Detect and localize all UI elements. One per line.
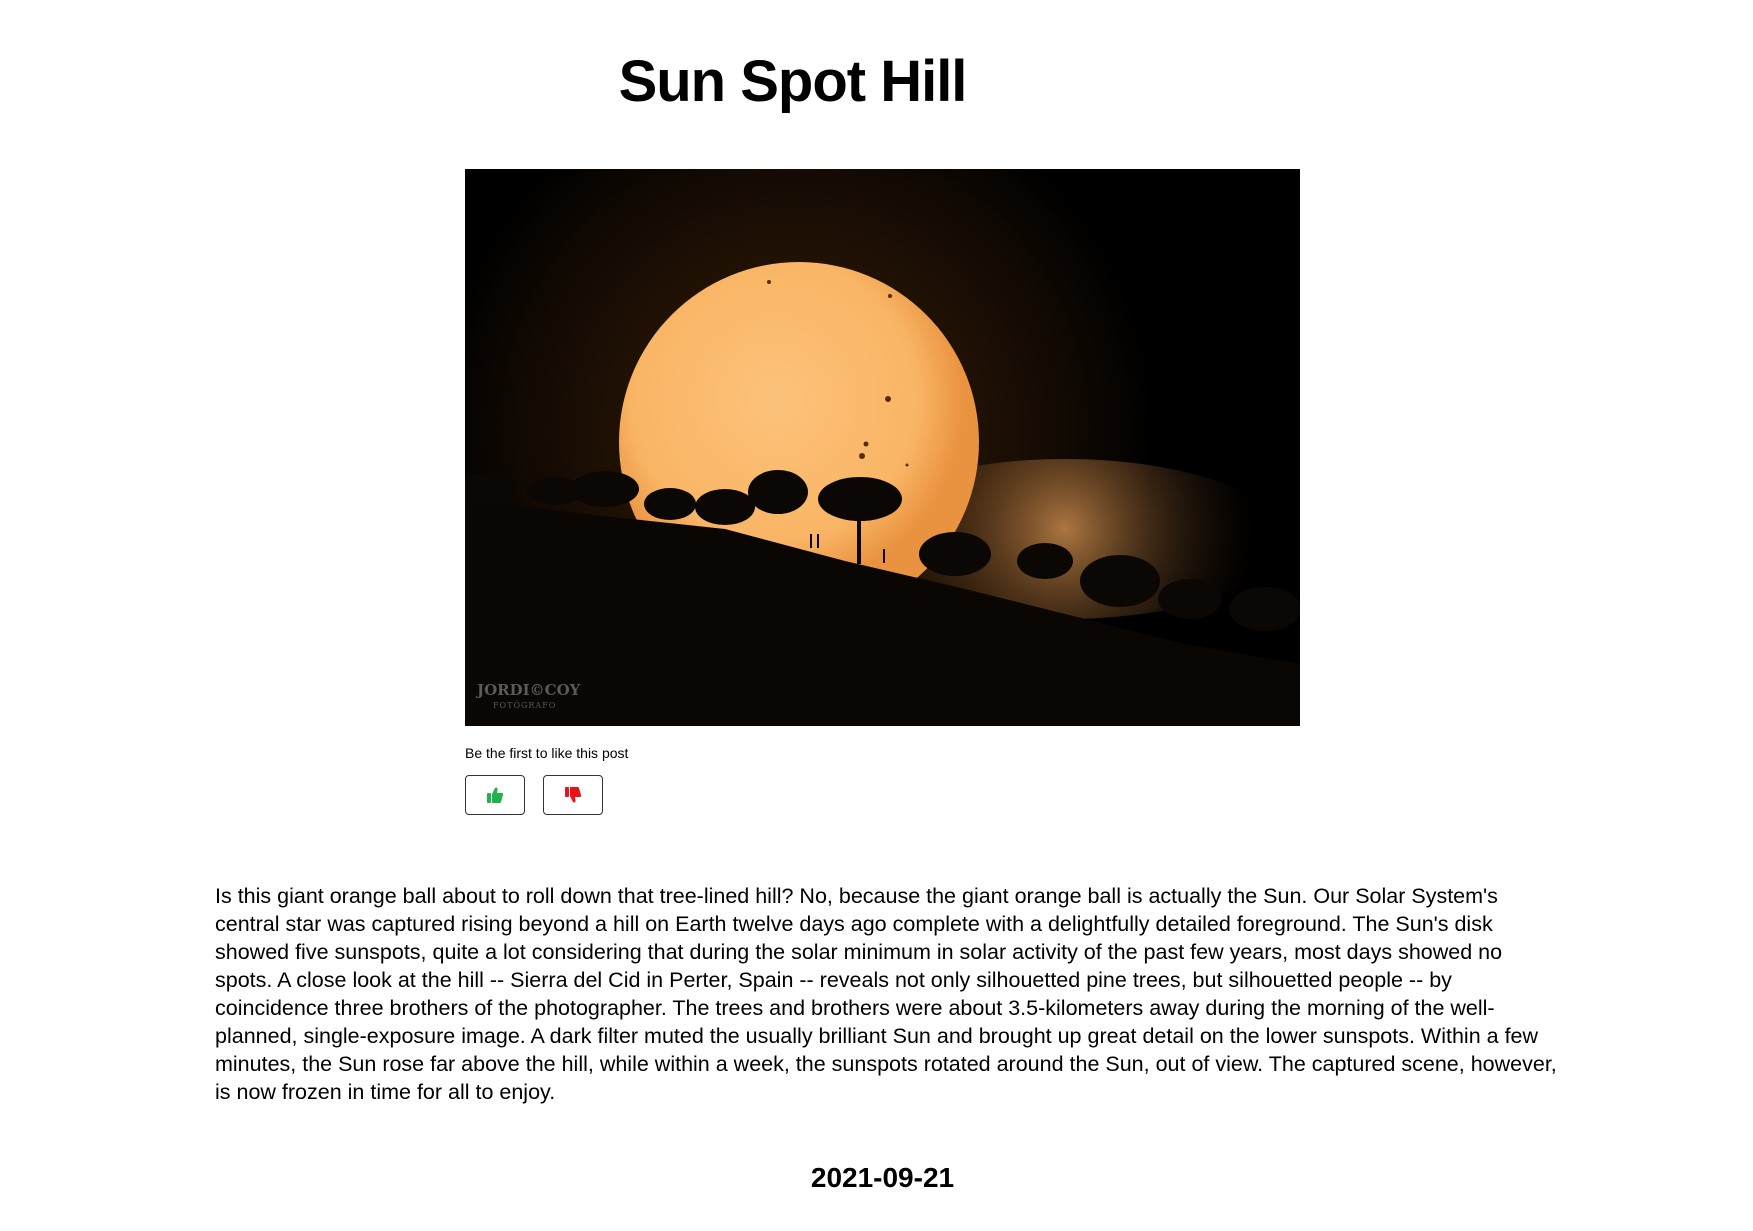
post-description: Is this giant orange ball about to roll … xyxy=(215,884,1557,1104)
post-image: JORDI©COY FOTÓGRAFO xyxy=(465,169,1300,726)
thumbs-up-icon xyxy=(487,787,504,803)
likes-count-text: Be the first to like this post xyxy=(465,745,629,761)
thumbs-down-icon xyxy=(565,787,582,803)
post-date: 2021-09-21 xyxy=(810,1162,955,1193)
like-button[interactable] xyxy=(465,775,525,815)
dislike-button[interactable] xyxy=(543,775,603,815)
page-title: Sun Spot Hill xyxy=(618,49,968,114)
svg-text:FOTÓGRAFO: FOTÓGRAFO xyxy=(493,701,556,710)
svg-text:JORDI©COY: JORDI©COY xyxy=(475,681,581,699)
